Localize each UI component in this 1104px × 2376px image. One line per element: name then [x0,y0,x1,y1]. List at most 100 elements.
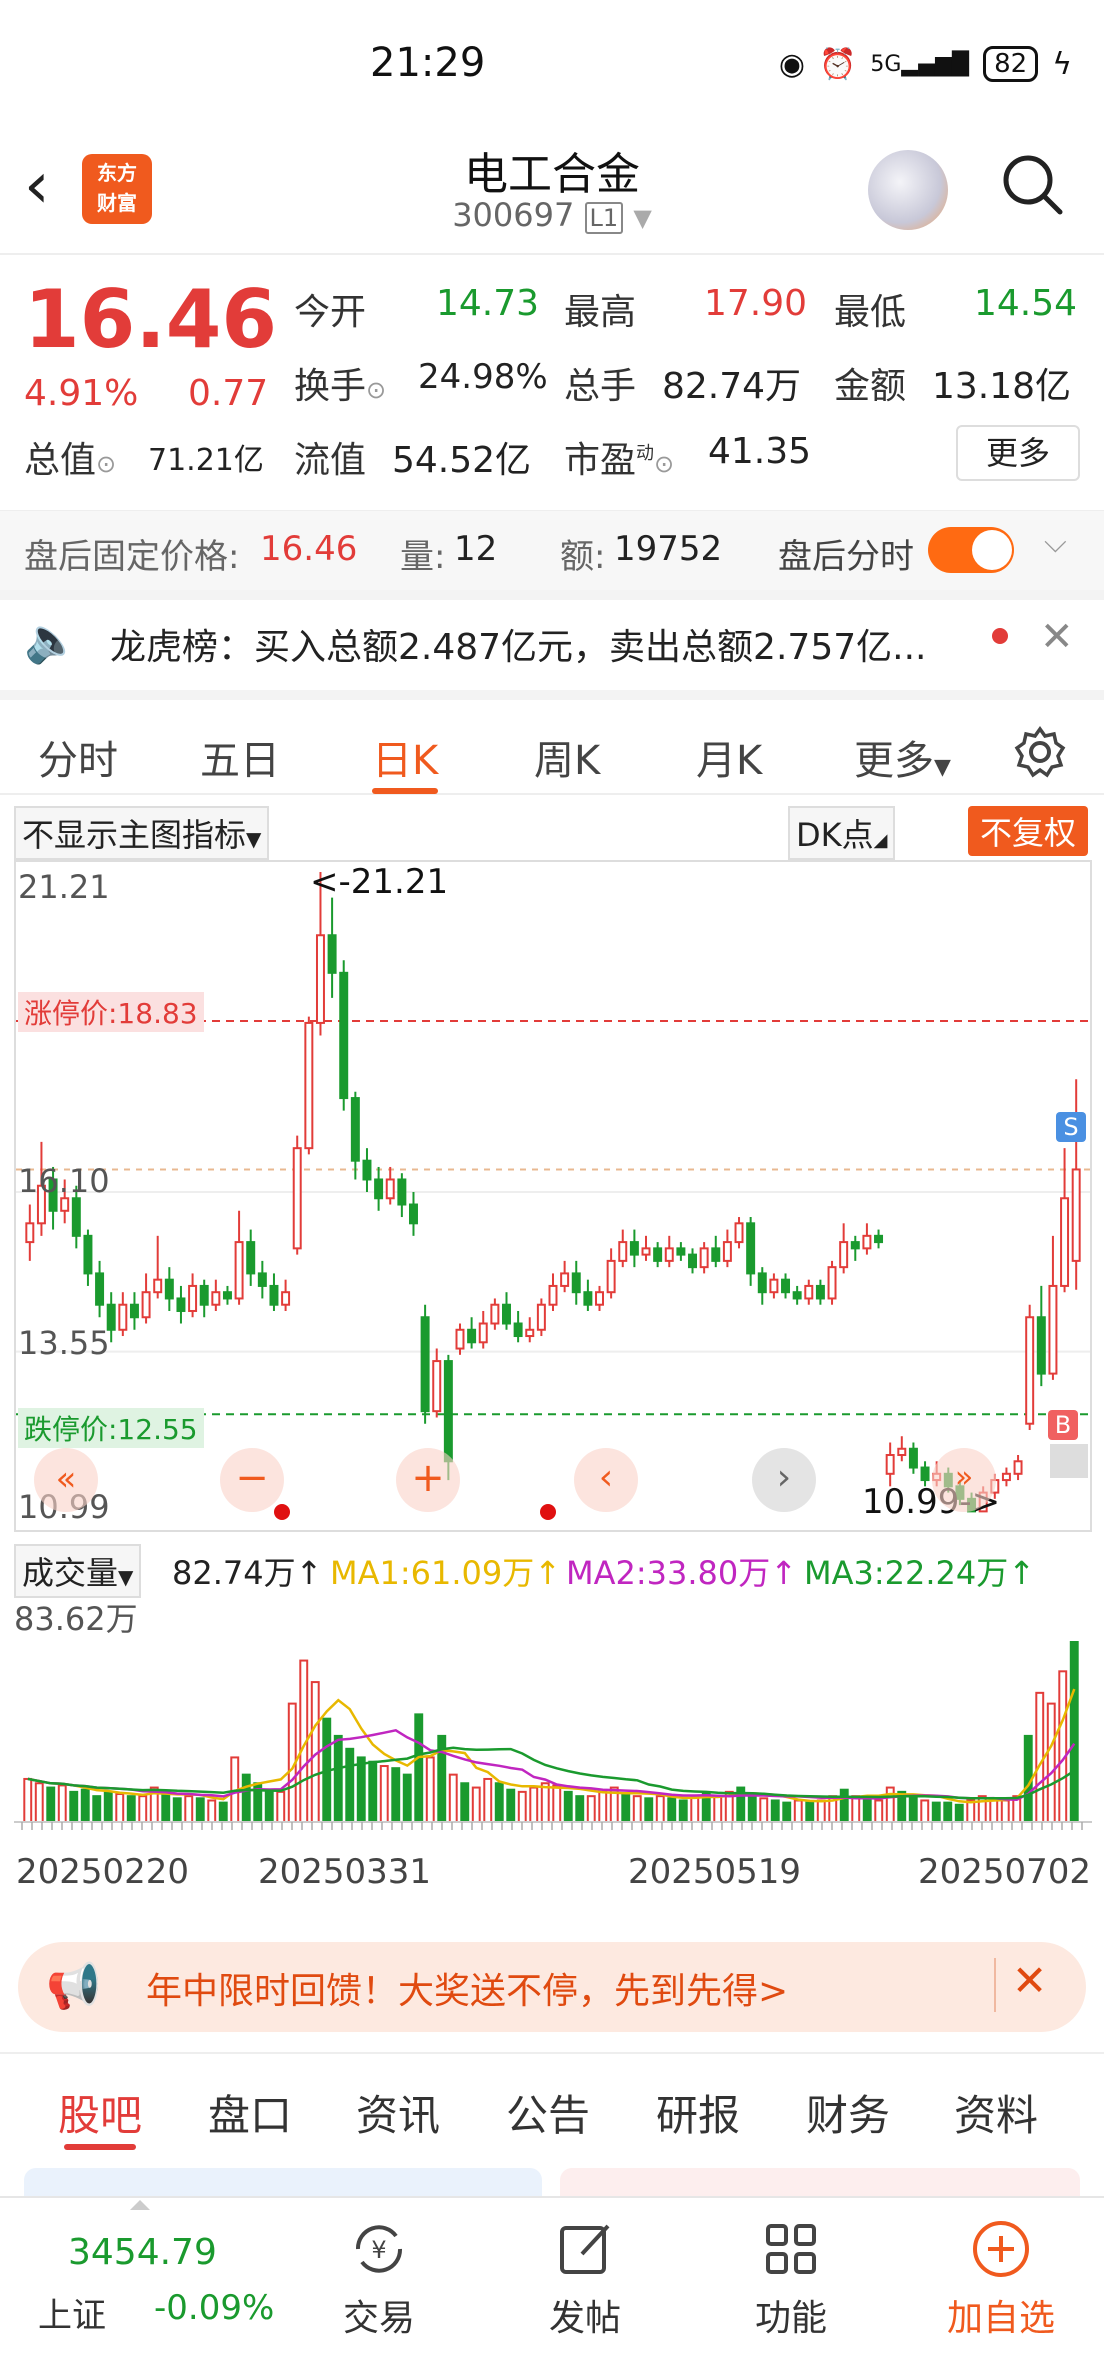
buy-signal-marker[interactable]: B [1048,1410,1078,1440]
candle-body [571,1272,581,1294]
post-button[interactable]: 发帖 [530,2218,640,2341]
tab-research[interactable]: 研报 [656,2082,740,2143]
candle-body [536,1303,546,1331]
index-change[interactable]: -0.09% [154,2288,274,2328]
volume-bar [34,1782,44,1824]
index-value[interactable]: 3454.79 [68,2232,217,2273]
tab-more[interactable]: 更多▼ [854,728,951,786]
candle-body [60,1197,70,1212]
promo-banner[interactable]: 📢 年中限时回馈！大奖送不停，先到先得> ✕ [18,1942,1086,2032]
low-label: 最低 [834,292,907,333]
volume-bar [195,1797,205,1824]
volume-bar [276,1790,286,1823]
volume-bar [770,1799,780,1823]
candle-body [606,1259,616,1294]
tab-weekly-k[interactable]: 周K [534,728,600,786]
scroll-handle[interactable] [1050,1444,1088,1478]
tab-timeshare[interactable]: 分时 [38,728,118,786]
volume-bar [908,1795,918,1823]
candle-body [374,1178,384,1200]
volume-bar [540,1782,550,1824]
dk-point-select[interactable]: DK点◢ [788,806,896,860]
volume-bar [460,1782,470,1824]
volume-bar [644,1797,654,1824]
divider [994,1958,996,2012]
volume-bar [138,1795,148,1823]
tab-profile[interactable]: 资料 [954,2082,1038,2143]
candle-body [397,1178,407,1206]
scroll-left-button[interactable]: ‹ [574,1448,638,1512]
tab-news[interactable]: 资讯 [356,2082,440,2143]
tab-daily-k[interactable]: 日K [372,728,438,786]
zoom-in-button[interactable]: + [396,1448,460,1512]
tab-five-day[interactable]: 五日 [200,728,280,786]
volume-bar [954,1803,964,1823]
volume-bar [621,1793,631,1824]
indicator-dot [274,1504,290,1520]
tab-monthly-k[interactable]: 月K [696,728,762,786]
tab-announcements[interactable]: 公告 [506,2082,590,2143]
after-hours-row: 盘后固定价格: 16.46 量: 12 额: 19752 盘后分时 ⌵ [0,510,1104,590]
candle-body [467,1328,477,1344]
candle-body [722,1241,732,1262]
function-label: 功能 [754,2298,827,2339]
zoom-out-button[interactable]: − [220,1448,284,1512]
candle-body [850,1241,860,1250]
chevron-down-icon[interactable]: ⌵ [1044,525,1067,560]
volume-bar [529,1786,539,1823]
scroll-end-button[interactable]: » [932,1448,996,1512]
scroll-right-button[interactable]: › [752,1448,816,1512]
ma-line [27,1728,1076,1802]
candle-body [304,1021,314,1150]
volume-bar [563,1790,573,1823]
candle-body [188,1284,198,1312]
chevron-up-icon[interactable] [130,2200,150,2210]
add-watchlist-button[interactable]: 加自选 [936,2218,1066,2341]
dragon-tiger-notice[interactable]: 🔈 龙虎榜：买入总额2.487亿元，卖出总额2.757亿... ✕ [0,590,1104,690]
volume-bar [598,1790,608,1823]
volume-bar [759,1797,769,1824]
volume-chart[interactable]: 83.62万 [14,1594,1092,1844]
candle-body [815,1284,825,1300]
candle-body [350,1097,360,1162]
scroll-start-button[interactable]: « [34,1448,98,1512]
candle-body [408,1203,418,1225]
search-icon[interactable] [1000,152,1064,216]
tab-finance[interactable]: 财务 [806,2082,890,2143]
sub-indicator-select[interactable]: 成交量▼ [14,1544,142,1598]
volume-bar [402,1773,412,1824]
volume-bar [793,1799,803,1823]
volume-label: 总手 [564,366,637,407]
candle-body [560,1272,570,1287]
volume-bar [161,1793,171,1824]
tab-forum[interactable]: 股吧 [58,2082,142,2143]
volume-bar [92,1795,102,1823]
volume-bar [80,1788,90,1823]
settings-gear-icon[interactable] [1014,726,1066,778]
after-hours-toggle[interactable] [928,527,1014,573]
float-value: 54.52亿 [392,440,532,481]
volume-bar [207,1799,217,1823]
volume-value: 82.74万↑ [172,1554,323,1592]
kline-chart[interactable]: 21.21 16.10 13.55 10.99 涨停价:18.83 跌停价:12… [14,860,1092,1532]
volume-bar [241,1773,251,1824]
index-name[interactable]: 上证 [38,2288,106,2337]
volume-bar [379,1765,389,1824]
more-button[interactable]: 更多 [956,425,1080,481]
candle-body [1025,1316,1035,1425]
trade-button[interactable]: ¥ 交易 [324,2218,434,2341]
sell-signal-marker[interactable]: S [1056,1112,1086,1142]
after-price: 16.46 [260,529,358,569]
main-indicator-select[interactable]: 不显示主图指标▼ [14,806,270,860]
tab-orderbook[interactable]: 盘口 [208,2082,292,2143]
function-button[interactable]: 功能 [736,2218,846,2341]
close-icon[interactable]: ✕ [1040,614,1074,660]
candle-body [897,1447,907,1457]
candle-body [920,1466,930,1482]
date-label: 20250331 [258,1852,432,1892]
assistant-robot-icon[interactable] [868,150,948,230]
close-icon[interactable]: ✕ [1012,1956,1047,2005]
adjust-button[interactable]: 不复权 [967,806,1088,856]
candle-body [502,1303,511,1325]
volume-bar [103,1790,113,1823]
